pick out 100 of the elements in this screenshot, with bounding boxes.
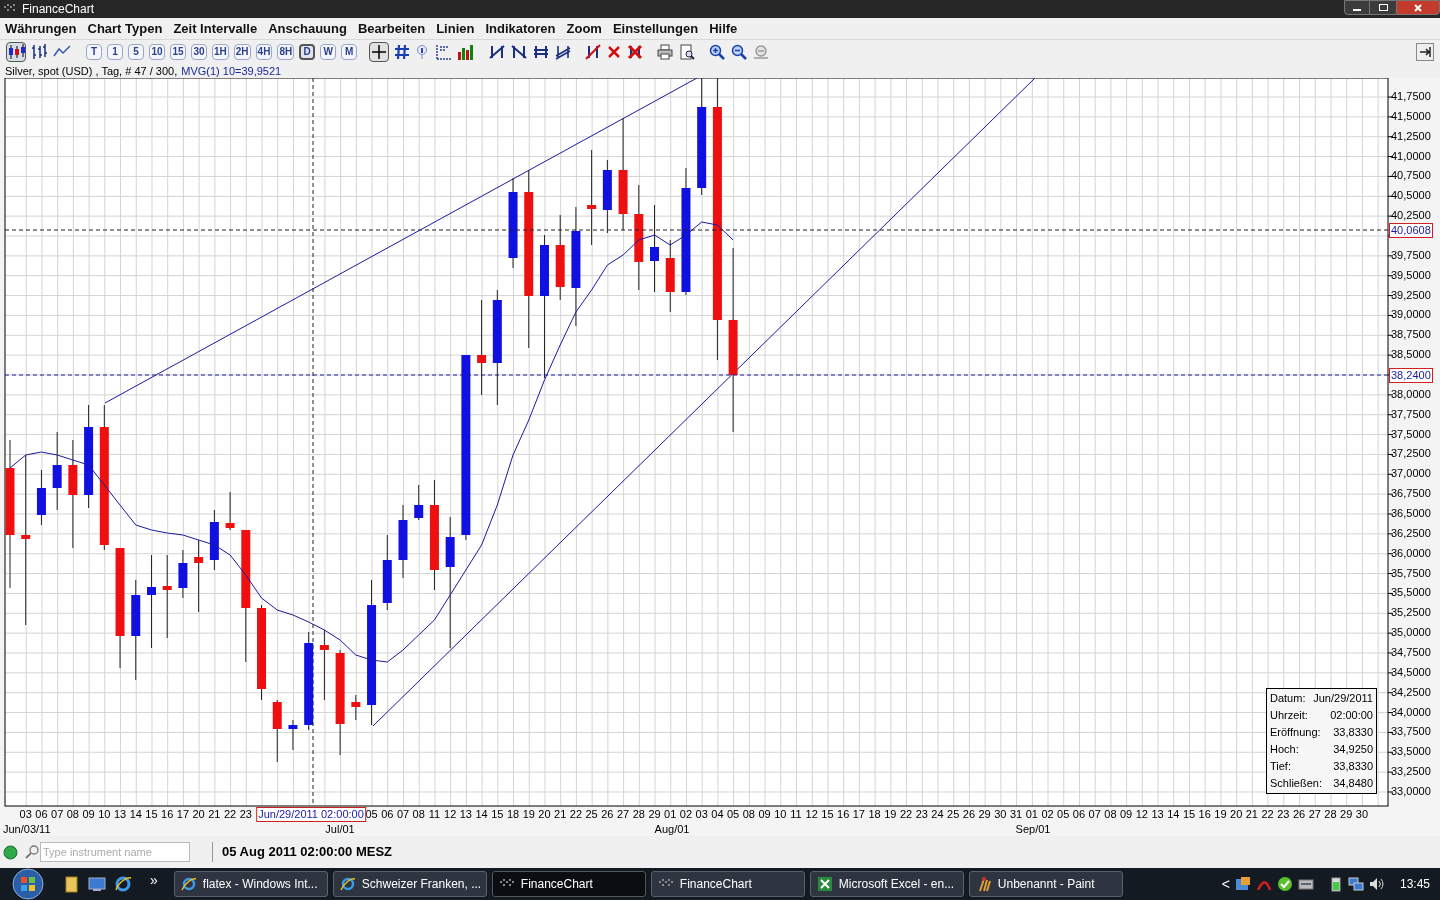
taskbar-button[interactable]: flatex - Windows Int...: [173, 871, 328, 897]
panel-toggle-icon[interactable]: [1416, 43, 1434, 61]
y-axis-label: 34,5000: [1391, 666, 1431, 678]
taskbar-button[interactable]: Microsoft Excel - en...: [809, 871, 964, 897]
x-axis-label: 16: [1198, 809, 1211, 820]
candlestick: [209, 509, 219, 571]
y-axis-label: 41,2500: [1391, 130, 1431, 142]
overflow-chevron[interactable]: »: [150, 869, 158, 891]
line-tool-icon[interactable]: [533, 44, 550, 60]
x-axis-label: 30: [1355, 809, 1369, 820]
timeframe-button[interactable]: D: [299, 44, 316, 60]
menu-item[interactable]: Indikatoren: [485, 18, 556, 39]
timeframe-button[interactable]: T: [86, 44, 102, 60]
data-value: 34,8480: [1333, 777, 1373, 790]
menu-item[interactable]: Anschauung: [268, 18, 347, 39]
data-value: 33,8330: [1333, 726, 1373, 739]
timeframe-button[interactable]: 1H: [212, 44, 229, 60]
timeframe-button[interactable]: 2H: [233, 44, 251, 60]
browser-icon[interactable]: [114, 875, 132, 893]
taskbar-button[interactable]: FinanceChart: [491, 871, 646, 897]
timeframe-button[interactable]: 8H: [277, 44, 295, 60]
info-icon[interactable]: [415, 44, 430, 60]
instrument-search-field[interactable]: Type instrument name: [40, 842, 190, 862]
y-axis-label: 33,5000: [1391, 746, 1431, 758]
timeframe-button[interactable]: M: [341, 44, 358, 60]
tray-app-icon[interactable]: [1234, 876, 1251, 892]
candlestick: [178, 549, 188, 599]
volume-icon[interactable]: [1368, 876, 1385, 892]
x-axis-label: 10: [98, 809, 111, 820]
bar-chart-button[interactable]: [29, 42, 49, 62]
timeframe-button[interactable]: 1: [107, 44, 123, 60]
x-axis-label: 13: [459, 809, 472, 820]
timeframe-button[interactable]: 15: [170, 44, 186, 60]
menu-item[interactable]: Zeit Intervalle: [173, 18, 258, 39]
delete-icon[interactable]: [607, 45, 622, 59]
menu-item[interactable]: Einstellungen: [612, 18, 699, 39]
timeframe-button[interactable]: 4H: [255, 44, 273, 60]
menu-item[interactable]: Chart Typen: [87, 18, 163, 39]
timeframe-button[interactable]: 10: [149, 44, 165, 60]
x-axis-label: 05: [365, 809, 378, 820]
line-tool-icon[interactable]: [555, 44, 572, 60]
x-axis-label: 13: [113, 809, 127, 820]
y-axis-label: 38,7500: [1391, 329, 1431, 341]
data-label: Hoch:: [1270, 743, 1299, 756]
minimize-button[interactable]: [1344, 0, 1370, 15]
menu-item[interactable]: Hilfe: [709, 18, 738, 39]
zoom-out-icon[interactable]: [731, 44, 748, 60]
x-axis-label: 18: [868, 809, 881, 820]
search-icon: [24, 844, 40, 860]
line-tool-icon[interactable]: [511, 44, 528, 60]
timeframe-button[interactable]: 30: [191, 44, 207, 60]
print-preview-icon[interactable]: [679, 44, 696, 60]
y-axis-label: 39,2500: [1391, 289, 1431, 301]
delete-line-icon[interactable]: [585, 44, 602, 60]
menu-item[interactable]: Bearbeiten: [357, 18, 426, 39]
x-axis-label: 23: [239, 809, 252, 820]
month-label: Aug/01: [654, 824, 690, 835]
x-axis-label: 17: [176, 809, 190, 820]
y-axis-label: 40,5000: [1391, 190, 1431, 202]
line-tool-icon[interactable]: [489, 44, 506, 60]
maximize-button[interactable]: [1370, 0, 1396, 15]
y-axis-label: 37,5000: [1391, 428, 1431, 440]
x-axis-label: 23: [1277, 809, 1290, 820]
menu-item[interactable]: Linien: [436, 18, 475, 39]
zoom-in-icon[interactable]: [709, 44, 726, 60]
x-axis-label: 14: [129, 809, 142, 820]
drive-icon[interactable]: [1297, 876, 1314, 892]
taskbar-button[interactable]: Unbenannt - Paint: [968, 871, 1123, 897]
x-axis-label: 06: [381, 809, 394, 820]
x-axis-label: 05: [1057, 809, 1070, 820]
delete-all-icon[interactable]: [627, 44, 644, 60]
x-axis-label: 24: [931, 809, 944, 820]
candlestick: [36, 469, 46, 526]
desktop-icon[interactable]: [88, 876, 106, 892]
tray-expand-arrow[interactable]: <: [1221, 873, 1230, 895]
x-axis-label: 02: [1041, 809, 1054, 820]
timeframe-button[interactable]: W: [320, 44, 337, 60]
chat-icon[interactable]: [1276, 876, 1293, 892]
month-label: Jun/03/11: [3, 824, 51, 835]
taskbar-button[interactable]: FinanceChart: [650, 871, 805, 897]
data-value: 34,9250: [1333, 743, 1373, 756]
timeframe-button[interactable]: 5: [128, 44, 144, 60]
y-axis-label: 33,2500: [1391, 766, 1431, 778]
data-value: 02:00:00: [1330, 709, 1373, 722]
x-axis-label: 31: [1009, 809, 1023, 820]
grid-icon[interactable]: [394, 44, 411, 60]
candle-chart-button[interactable]: [6, 42, 26, 62]
volume-bars-icon[interactable]: [457, 44, 476, 60]
ruler-icon[interactable]: [434, 44, 453, 60]
print-icon[interactable]: [657, 44, 674, 60]
menu-item[interactable]: Zoom: [566, 18, 602, 39]
menu-item[interactable]: Währungen: [5, 18, 77, 39]
y-axis-label: 36,0000: [1391, 547, 1431, 559]
x-axis-label: 08: [742, 809, 755, 820]
close-button[interactable]: [1396, 0, 1440, 15]
folder-icon[interactable]: [64, 875, 80, 893]
crosshair-button[interactable]: [369, 42, 390, 62]
network-icon[interactable]: [1347, 876, 1364, 892]
taskbar-button[interactable]: Schweizer Franken, ...: [332, 871, 487, 897]
browser-icon: [180, 876, 197, 892]
